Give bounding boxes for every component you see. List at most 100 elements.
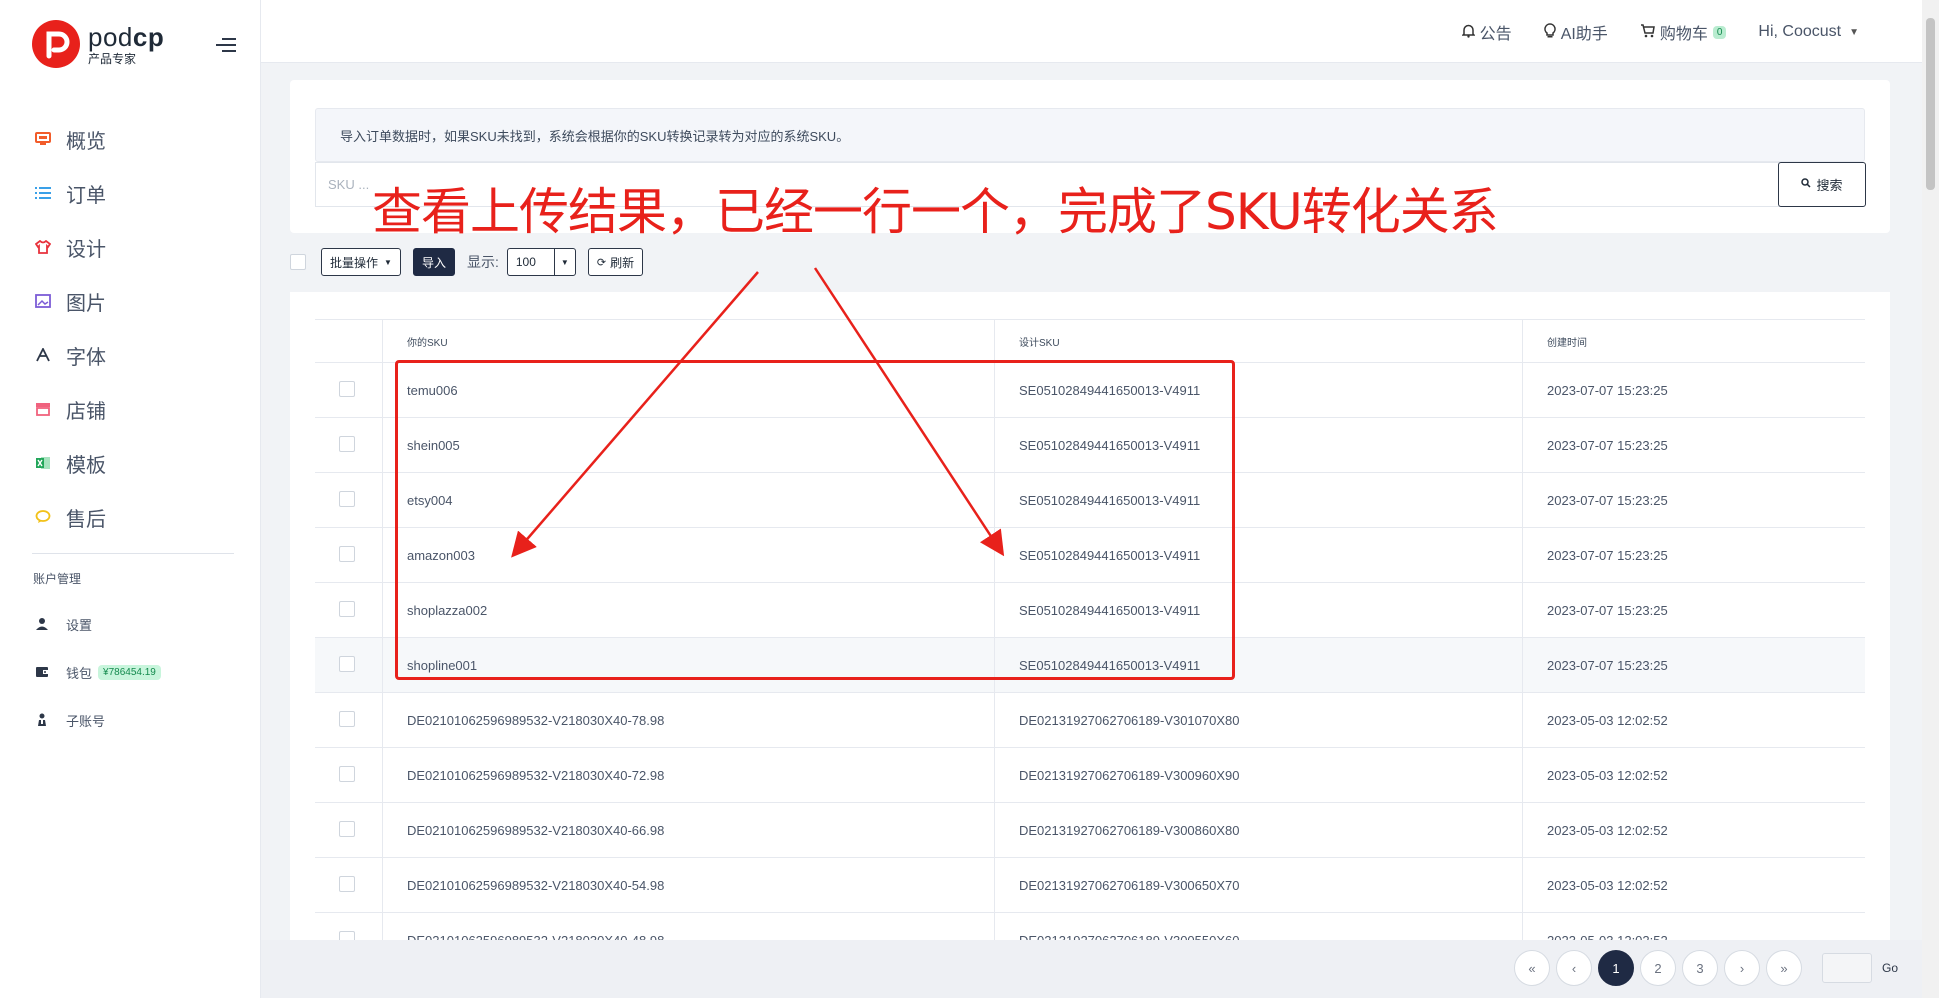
refresh-icon: ⟳ — [596, 256, 607, 269]
sidebar: podcp 产品专家 概览 订单 设计 图片 字体 店铺 模板 售后 账户管理 … — [0, 0, 261, 998]
prev-page-button[interactable]: ‹ — [1555, 950, 1592, 986]
sidebar-item-orders[interactable]: 订单 — [0, 166, 260, 220]
table-row[interactable]: DE02101062596989532-V218030X40-72.98 DE02… — [315, 747, 1865, 803]
scrollbar-thumb[interactable] — [1926, 18, 1935, 190]
account-nav: 设置 钱包 ¥786454.19 子账号 — [0, 600, 260, 744]
table-row[interactable]: shopline001 SE05102849441650013-V4911 2023… — [315, 637, 1865, 693]
row-checkbox[interactable] — [339, 875, 355, 892]
chat-icon — [34, 508, 52, 526]
row-checkbox[interactable] — [339, 820, 355, 837]
cell-design-sku: SE05102849441650013-V4911 — [994, 527, 1523, 583]
page-button-1[interactable]: 1 — [1597, 950, 1634, 986]
row-checkbox-cell — [315, 527, 383, 583]
sidebar-item-design[interactable]: 设计 — [0, 220, 260, 274]
first-page-button[interactable]: « — [1513, 950, 1550, 986]
page-jump-input[interactable] — [1821, 953, 1872, 983]
cart-link[interactable]: 购物车 0 — [1640, 20, 1727, 44]
cell-your-sku: shoplazza002 — [382, 582, 995, 638]
cell-design-sku: SE05102849441650013-V4911 — [994, 582, 1523, 638]
caret-down-icon: ▼ — [1849, 26, 1859, 38]
row-checkbox-cell — [315, 692, 383, 748]
search-button[interactable]: 搜索 — [1778, 162, 1866, 207]
sidebar-item-images[interactable]: 图片 — [0, 274, 260, 328]
ai-assistant-link[interactable]: AI助手 — [1543, 20, 1608, 44]
account-section-title: 账户管理 — [33, 572, 82, 586]
select-all-checkbox[interactable] — [290, 254, 306, 270]
table-row[interactable]: etsy004 SE05102849441650013-V4911 2023-07-… — [315, 472, 1865, 528]
sidebar-item-label: 图片 — [66, 292, 106, 315]
sidebar-item-label: 字体 — [66, 346, 106, 369]
caret-down-icon: ▼ — [553, 249, 575, 275]
user-menu[interactable]: Hi, Coocust ▼ — [1758, 23, 1859, 41]
cell-design-sku: DE02131927062706189-V300650X70 — [994, 857, 1523, 913]
row-checkbox[interactable] — [339, 710, 355, 727]
cart-label: 购物车 — [1659, 26, 1708, 43]
caret-down-icon: ▼ — [384, 257, 392, 267]
table-row[interactable]: temu006 SE05102849441650013-V4911 2023-07-… — [315, 362, 1865, 418]
annotation-text: 查看上传结果，已经一行一个，完成了SKU转化关系 — [372, 183, 1499, 241]
import-button[interactable]: 导入 — [412, 248, 455, 276]
last-page-button[interactable]: » — [1765, 950, 1802, 986]
column-header-your-sku[interactable]: 你的SKU — [382, 319, 995, 363]
row-checkbox-cell — [315, 802, 383, 858]
cell-created-time: 2023-05-03 12:02:52 — [1522, 857, 1865, 913]
menu-toggle-icon[interactable] — [216, 38, 236, 54]
cell-your-sku: DE02101062596989532-V218030X40-48.98 — [382, 912, 995, 942]
table-row[interactable]: DE02101062596989532-V218030X40-66.98 DE02… — [315, 802, 1865, 858]
row-checkbox[interactable] — [339, 380, 355, 397]
sidebar-item-wallet[interactable]: 钱包 ¥786454.19 — [0, 648, 260, 696]
row-checkbox[interactable] — [339, 545, 355, 562]
vertical-scrollbar[interactable] — [1922, 0, 1939, 998]
font-icon — [34, 346, 52, 364]
sidebar-item-after-sales[interactable]: 售后 — [0, 490, 260, 544]
sidebar-item-sub-accounts[interactable]: 子账号 — [0, 696, 260, 744]
refresh-button[interactable]: ⟳ 刷新 — [587, 248, 644, 276]
row-checkbox[interactable] — [339, 435, 355, 452]
next-page-button[interactable]: › — [1723, 950, 1760, 986]
cell-created-time: 2023-07-07 15:23:25 — [1522, 582, 1865, 638]
sidebar-item-label: 店铺 — [66, 400, 106, 423]
cell-your-sku: DE02101062596989532-V218030X40-72.98 — [382, 747, 995, 803]
row-checkbox[interactable] — [339, 490, 355, 507]
user-icon — [34, 616, 50, 632]
announcements-link[interactable]: 公告 — [1460, 20, 1512, 44]
store-icon — [34, 400, 52, 418]
sidebar-item-templates[interactable]: 模板 — [0, 436, 260, 490]
row-checkbox-cell — [315, 912, 383, 942]
table-header-row: 你的SKU 设计SKU 创建时间 — [315, 319, 1865, 363]
column-header-design-sku[interactable]: 设计SKU — [994, 319, 1523, 363]
sidebar-item-settings[interactable]: 设置 — [0, 600, 260, 648]
list-icon — [34, 184, 52, 202]
podcp-logo-icon — [32, 20, 80, 68]
brand-subtitle: 产品专家 — [88, 51, 137, 66]
table-row[interactable]: shoplazza002 SE05102849441650013-V4911 202… — [315, 582, 1865, 638]
row-checkbox-cell — [315, 582, 383, 638]
page-size-select[interactable]: 100 ▼ — [506, 248, 576, 276]
sub-account-icon — [34, 712, 50, 728]
column-header-created-time[interactable]: 创建时间 — [1522, 319, 1865, 363]
logo[interactable]: podcp 产品专家 — [32, 20, 164, 68]
cart-icon — [1640, 23, 1655, 41]
table-row[interactable]: DE02101062596989532-V218030X40-48.98 DE02… — [315, 912, 1865, 942]
sidebar-item-label: 钱包 — [66, 665, 93, 681]
row-checkbox[interactable] — [339, 600, 355, 617]
cell-design-sku: DE02131927062706189-V301070X80 — [994, 692, 1523, 748]
page-button-3[interactable]: 3 — [1681, 950, 1718, 986]
table-row[interactable]: shein005 SE05102849441650013-V4911 2023-07… — [315, 417, 1865, 473]
table-row[interactable]: DE02101062596989532-V218030X40-54.98 DE02… — [315, 857, 1865, 913]
sidebar-item-stores[interactable]: 店铺 — [0, 382, 260, 436]
sidebar-item-overview[interactable]: 概览 — [0, 112, 260, 166]
page-go-button[interactable]: Go — [1882, 961, 1898, 975]
row-checkbox[interactable] — [339, 655, 355, 672]
cell-created-time: 2023-05-03 12:02:52 — [1522, 802, 1865, 858]
wallet-balance-badge: ¥786454.19 — [98, 664, 161, 680]
batch-actions-dropdown[interactable]: 批量操作 ▼ — [321, 248, 401, 276]
sidebar-item-fonts[interactable]: 字体 — [0, 328, 260, 382]
page-button-2[interactable]: 2 — [1639, 950, 1676, 986]
table-row[interactable]: amazon003 SE05102849441650013-V4911 2023-0… — [315, 527, 1865, 583]
sidebar-item-label: 设置 — [66, 617, 93, 633]
lightbulb-icon — [1543, 23, 1556, 41]
cell-created-time: 2023-05-03 12:02:52 — [1522, 747, 1865, 803]
row-checkbox[interactable] — [339, 765, 355, 782]
table-row[interactable]: DE02101062596989532-V218030X40-78.98 DE02… — [315, 692, 1865, 748]
